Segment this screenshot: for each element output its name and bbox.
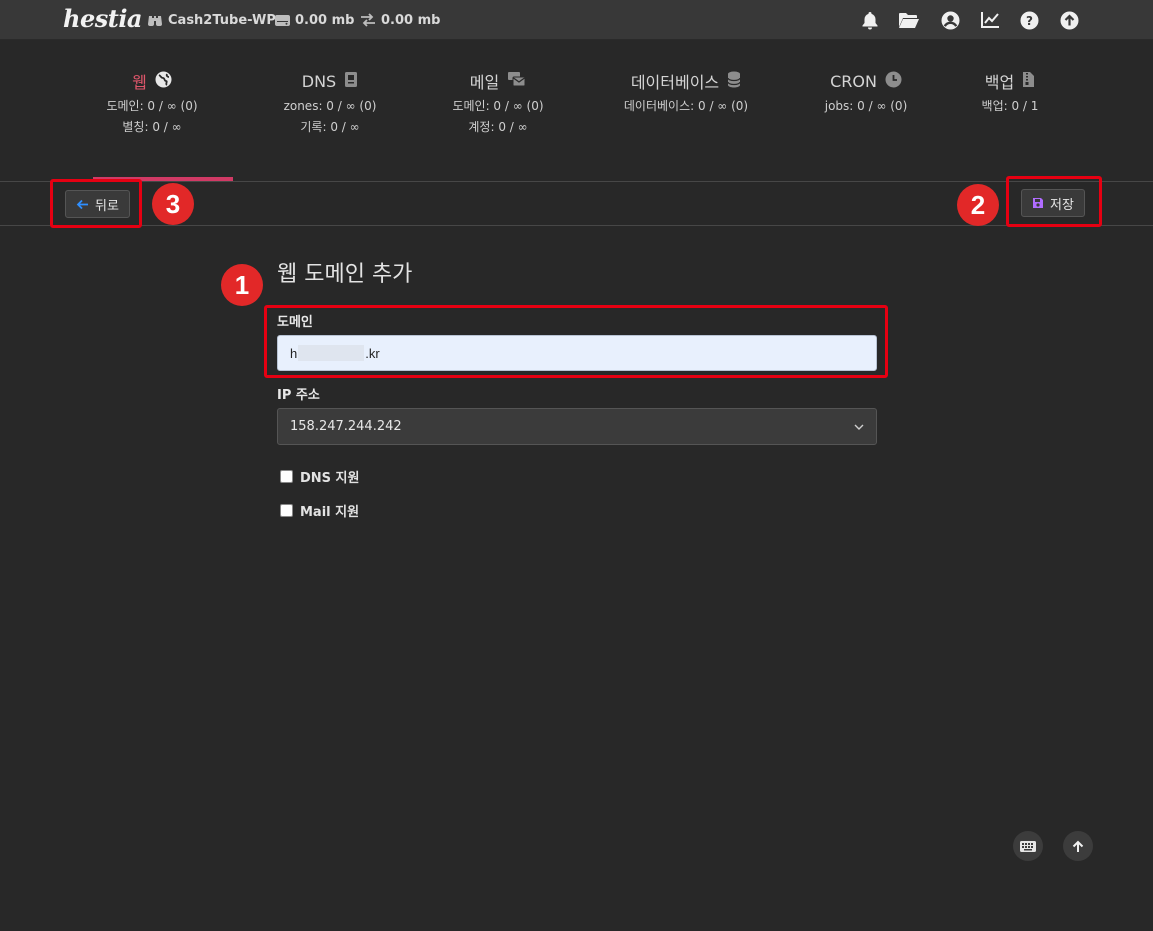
tab-title: 백업 (940, 66, 1080, 96)
notifications-bell-icon[interactable] (859, 9, 881, 31)
tab-stat-line: 백업: 0 / 1 (981, 99, 1039, 113)
username-text: Cash2Tube-WP (168, 12, 276, 28)
transfer-arrows-icon (361, 13, 375, 27)
tab-database[interactable]: 데이터베이스데이터베이스: 0 / ∞ (0) (616, 66, 756, 117)
tab-dns[interactable]: DNS zones: 0 / ∞ (0) 기록: 0 / ∞ (260, 66, 400, 138)
binoculars-icon (148, 16, 162, 26)
disk-usage-text: 0.00 mb (295, 12, 355, 28)
tab-title: 웹 (82, 66, 222, 96)
mail-support-label: Mail 지원 (300, 505, 360, 520)
tab-title-label: 메일 (469, 73, 500, 92)
domain-prefix: h (290, 345, 298, 361)
tab-web[interactable]: 웹도메인: 0 / ∞ (0) 별칭: 0 / ∞ (82, 66, 222, 138)
back-button-label: 뒤로 (95, 198, 119, 214)
domain-suffix: .kr (365, 345, 380, 361)
arrow-left-icon (76, 199, 88, 209)
annotation-badge-1: 1 (221, 264, 263, 306)
disk-stat: 0.00 mb (275, 11, 354, 29)
tab-title-label: 웹 (132, 73, 147, 92)
globe-icon (155, 71, 172, 92)
save-button-label: 저장 (1050, 197, 1074, 213)
user-account-icon[interactable] (939, 9, 961, 31)
database-icon (727, 71, 741, 92)
ip-address-value: 158.247.244.242 (290, 419, 402, 434)
tab-stat-line: 도메인: 0 / ∞ (0) (452, 99, 544, 113)
dns-support-label: DNS 지원 (300, 471, 360, 486)
dns-support-option: DNS 지원 (280, 467, 359, 486)
chevron-down-icon (854, 424, 864, 430)
annotation-badge-3: 3 (152, 183, 194, 225)
tab-title-label: DNS (301, 71, 337, 91)
tab-backup[interactable]: 백업백업: 0 / 1 (940, 66, 1080, 117)
page-title: 웹 도메인 추가 (277, 262, 413, 287)
floppy-disk-icon (1033, 198, 1043, 208)
tab-stat-line: 도메인: 0 / ∞ (0) (106, 99, 198, 113)
tab-title: 데이터베이스 (616, 66, 756, 96)
tab-title: 메일 (428, 66, 568, 96)
ip-address-select[interactable]: 158.247.244.242 (277, 408, 877, 445)
keyboard-shortcuts-button[interactable] (1013, 831, 1043, 861)
bandwidth-stat: 0.00 mb (360, 11, 440, 29)
keyboard-icon (1020, 840, 1036, 852)
user-stat: Cash2Tube-WP (147, 11, 276, 29)
mail-support-option: Mail 지원 (280, 501, 359, 520)
tab-stat-line: 계정: 0 / ∞ (468, 120, 528, 134)
dns-book-icon (344, 71, 358, 92)
tab-title: DNS (260, 66, 400, 96)
bandwidth-usage-text: 0.00 mb (381, 12, 441, 28)
tab-title-label: 데이터베이스 (630, 73, 720, 92)
tab-stat-line: 데이터베이스: 0 / ∞ (0) (623, 99, 749, 113)
mail-support-checkbox[interactable] (280, 504, 293, 517)
dns-support-checkbox[interactable] (280, 470, 293, 483)
annotation-badge-2: 2 (957, 184, 999, 226)
tab-stat-line: jobs: 0 / ∞ (0) (824, 99, 908, 113)
mail-stack-icon (507, 71, 526, 91)
tab-title-label: CRON (830, 71, 877, 91)
tab-title: CRON (796, 66, 936, 96)
updates-arrow-up-icon[interactable] (1058, 9, 1080, 31)
back-button[interactable]: 뒤로 (65, 190, 130, 218)
tab-title-label: 백업 (984, 73, 1015, 92)
clock-icon (885, 71, 902, 92)
svg-text:?: ? (1026, 14, 1033, 28)
top-navbar: hestia Cash2Tube-WP 0.00 mb 0.00 mb ? (0, 0, 1153, 40)
tab-cron[interactable]: CRON jobs: 0 / ∞ (0) (796, 66, 936, 117)
file-zip-icon (1022, 71, 1035, 92)
arrow-up-icon (1072, 840, 1084, 852)
domain-input[interactable]: h .kr (277, 335, 877, 371)
scroll-top-button[interactable] (1063, 831, 1093, 861)
domain-label: 도메인 (277, 315, 313, 330)
help-question-icon[interactable]: ? (1018, 9, 1040, 31)
tab-stat-line: zones: 0 / ∞ (0) (283, 99, 377, 113)
file-manager-folder-icon[interactable] (898, 9, 920, 31)
tab-stat-line: 별칭: 0 / ∞ (122, 120, 182, 134)
domain-redaction (298, 345, 365, 361)
tab-stat-line: 기록: 0 / ∞ (300, 120, 360, 134)
save-button[interactable]: 저장 (1021, 189, 1085, 217)
ip-address-label: IP 주소 (277, 388, 320, 403)
hestia-logo[interactable]: hestia (63, 4, 142, 33)
statistics-chart-icon[interactable] (979, 9, 1001, 31)
hard-drive-icon (275, 14, 290, 26)
tab-mail[interactable]: 메일도메인: 0 / ∞ (0) 계정: 0 / ∞ (428, 66, 568, 138)
